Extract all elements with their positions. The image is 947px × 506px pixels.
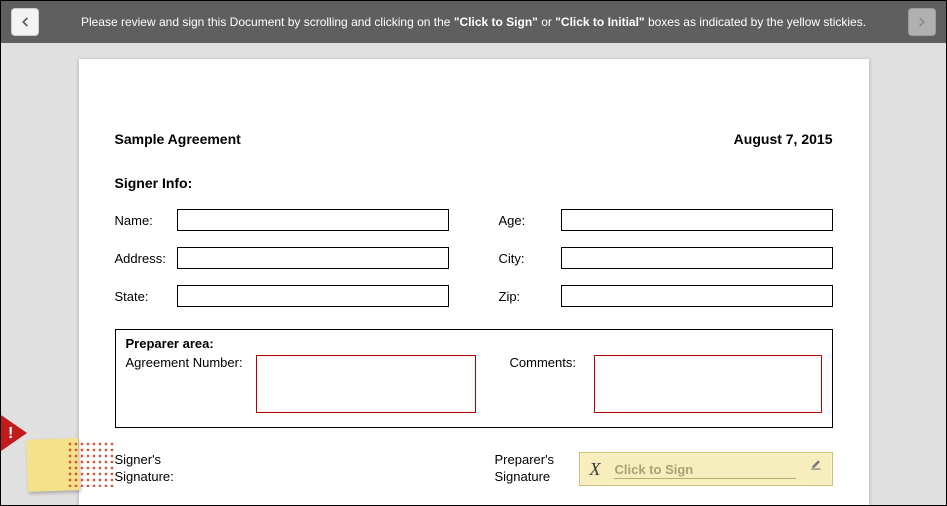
address-label: Address: bbox=[115, 251, 177, 266]
top-instruction-bar: Please review and sign this Document by … bbox=[1, 1, 946, 43]
zip-label: Zip: bbox=[499, 289, 561, 304]
sticky-dots-overlay bbox=[67, 441, 115, 487]
comments-input[interactable] bbox=[594, 355, 822, 413]
back-button[interactable] bbox=[11, 8, 39, 36]
city-input[interactable] bbox=[561, 247, 833, 269]
comments-label: Comments: bbox=[510, 355, 586, 370]
sticky-note-indicator[interactable] bbox=[37, 439, 105, 493]
name-input[interactable] bbox=[177, 209, 449, 231]
name-label: Name: bbox=[115, 213, 177, 228]
alert-flag-icon: ! bbox=[1, 415, 27, 451]
state-input[interactable] bbox=[177, 285, 449, 307]
age-input[interactable] bbox=[561, 209, 833, 231]
signer-info-heading: Signer Info: bbox=[115, 175, 833, 191]
agreement-number-label: Agreement Number: bbox=[126, 355, 248, 370]
agreement-number-input[interactable] bbox=[256, 355, 476, 413]
forward-button[interactable] bbox=[908, 8, 936, 36]
click-to-sign-button[interactable]: X Click to Sign bbox=[579, 452, 833, 486]
instruction-text: Please review and sign this Document by … bbox=[39, 14, 908, 31]
doc-date: August 7, 2015 bbox=[734, 131, 833, 147]
signer-signature-label: Signer's Signature: bbox=[115, 452, 187, 486]
arrow-left-icon bbox=[18, 15, 32, 29]
state-label: State: bbox=[115, 289, 177, 304]
sign-edit-icon bbox=[810, 459, 824, 474]
click-to-sign-label: Click to Sign bbox=[615, 462, 694, 477]
svg-text:!: ! bbox=[8, 425, 13, 442]
document-stage: ! Sample Agreement August 7, 2015 Signer… bbox=[1, 43, 946, 505]
address-input[interactable] bbox=[177, 247, 449, 269]
city-label: City: bbox=[499, 251, 561, 266]
alert-tab[interactable]: ! bbox=[1, 415, 27, 451]
document-page: Sample Agreement August 7, 2015 Signer I… bbox=[79, 59, 869, 505]
zip-input[interactable] bbox=[561, 285, 833, 307]
preparer-area: Preparer area: Agreement Number: Comment… bbox=[115, 329, 833, 428]
arrow-right-icon bbox=[915, 15, 929, 29]
doc-title: Sample Agreement bbox=[115, 131, 241, 147]
preparer-heading: Preparer area: bbox=[126, 336, 822, 351]
signature-line bbox=[614, 478, 796, 479]
age-label: Age: bbox=[499, 213, 561, 228]
preparer-signature-label: Preparer's Signature bbox=[495, 452, 567, 486]
signature-x-mark: X bbox=[590, 459, 601, 480]
